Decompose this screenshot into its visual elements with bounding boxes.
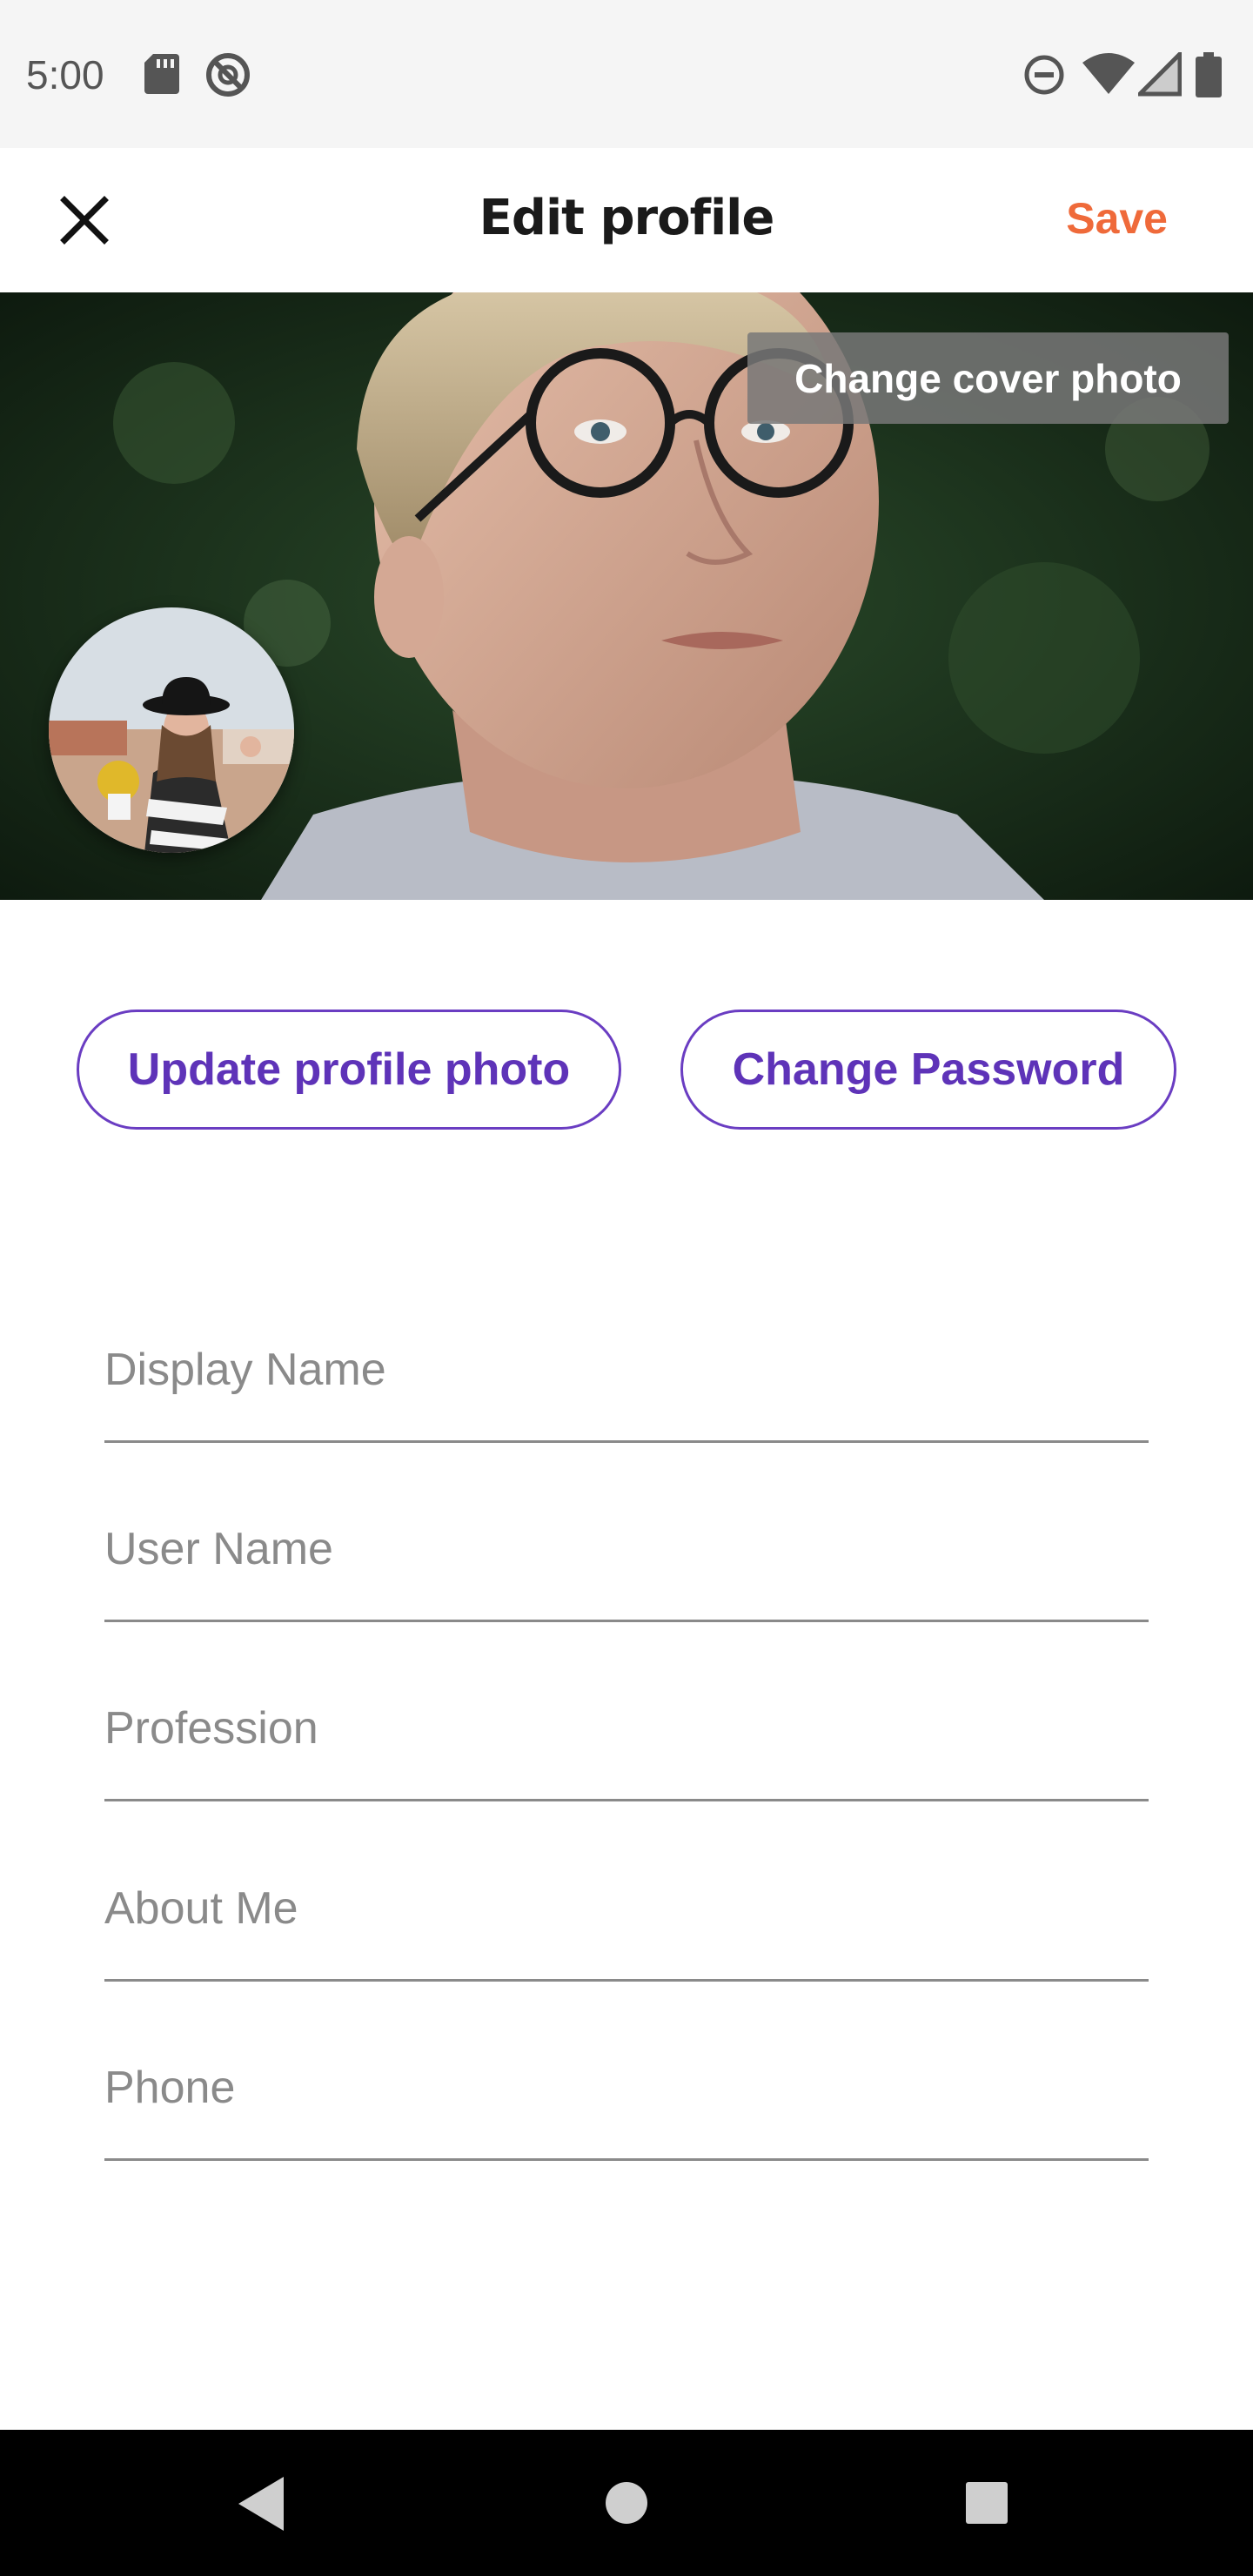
profession-field[interactable] (104, 1692, 1149, 1801)
back-icon[interactable] (235, 2473, 287, 2534)
status-time: 5:00 (26, 52, 104, 97)
navigation-bar (0, 2430, 1253, 2576)
change-cover-photo-button[interactable]: Change cover photo (747, 332, 1229, 424)
phone-input[interactable] (104, 2051, 1149, 2158)
change-password-button[interactable]: Change Password (680, 1010, 1176, 1130)
battery-icon (1196, 52, 1222, 97)
update-profile-photo-button[interactable]: Update profile photo (77, 1010, 621, 1130)
display-name-input[interactable] (104, 1333, 1149, 1440)
avatar-image (49, 607, 294, 853)
user-name-field[interactable] (104, 1513, 1149, 1622)
wifi-icon (1082, 53, 1135, 94)
save-button[interactable]: Save (1066, 193, 1168, 244)
page-title: Edit profile (479, 190, 775, 246)
avatar[interactable] (49, 607, 294, 853)
user-name-input[interactable] (104, 1513, 1149, 1620)
recents-icon[interactable] (964, 2480, 1009, 2526)
status-bar: 5:00 (0, 0, 1253, 148)
display-name-field[interactable] (104, 1333, 1149, 1443)
about-me-field[interactable] (104, 1872, 1149, 1982)
do-not-disturb-icon (1024, 55, 1064, 95)
profession-input[interactable] (104, 1692, 1149, 1799)
sd-card-icon (144, 54, 179, 94)
app-header: Edit profile Save (0, 148, 1253, 292)
about-me-input[interactable] (104, 1872, 1149, 1979)
signal-icon (1138, 52, 1182, 97)
no-sync-icon (206, 53, 250, 97)
home-icon[interactable] (604, 2480, 649, 2526)
status-icons (1022, 52, 1230, 97)
phone-field[interactable] (104, 2051, 1149, 2161)
